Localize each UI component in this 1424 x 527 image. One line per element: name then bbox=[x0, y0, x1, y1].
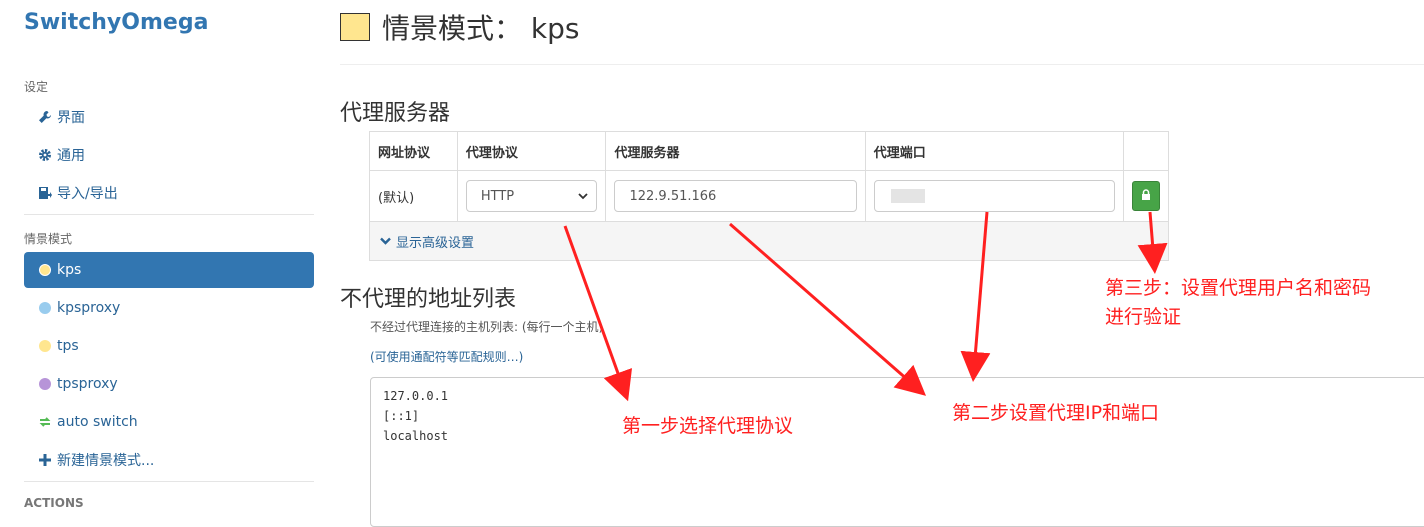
proxy-port-input[interactable] bbox=[873, 180, 1115, 212]
gear-icon bbox=[38, 148, 52, 162]
bypass-list-line: [::1] bbox=[383, 409, 420, 423]
protocol-select[interactable]: HTTP bbox=[465, 180, 598, 212]
column-header-protocol: 代理协议 bbox=[456, 131, 607, 171]
bypass-section-title: 不代理的地址列表 bbox=[340, 287, 517, 312]
sidebar-item-label: 界面 bbox=[57, 110, 85, 126]
profiles-section-title: 情景模式 bbox=[24, 232, 73, 246]
bypass-help-text: 不经过代理连接的主机列表: (每行一个主机) bbox=[370, 320, 604, 334]
sidebar-item-kps[interactable]: kps bbox=[24, 252, 314, 288]
globe-icon bbox=[38, 301, 52, 315]
header-divider bbox=[340, 64, 1424, 65]
main-content: 情景模式： kps 代理服务器 网址协议 代理协议 代理服务器 代理端口 (默认… bbox=[340, 0, 1424, 527]
sidebar: SwitchyOmega 设定 界面 通用 导入/导出 情景模式 kps kps… bbox=[0, 0, 330, 513]
sidebar-item-label: tps bbox=[57, 338, 79, 354]
column-header-scheme: 网址协议 bbox=[369, 131, 458, 171]
plus-icon bbox=[38, 453, 52, 467]
sidebar-item-label: 通用 bbox=[57, 148, 85, 164]
sidebar-divider bbox=[24, 214, 314, 215]
show-advanced-settings[interactable]: 显示高级设置 bbox=[369, 221, 1169, 261]
sidebar-divider bbox=[24, 481, 314, 482]
protocol-select-value: HTTP bbox=[480, 188, 515, 204]
import-export-icon bbox=[38, 186, 52, 200]
proxy-table: 网址协议 代理协议 代理服务器 代理端口 (默认) HTTP 122.9.51.… bbox=[369, 131, 1170, 222]
sidebar-item-general[interactable]: 通用 bbox=[24, 137, 314, 173]
sidebar-item-new-profile[interactable]: 新建情景模式... bbox=[24, 442, 314, 478]
bypass-list-line: 127.0.0.1 bbox=[383, 389, 449, 403]
app-brand[interactable]: SwitchyOmega bbox=[24, 10, 208, 35]
sidebar-item-label: 导入/导出 bbox=[57, 186, 118, 202]
page-title: 情景模式： kps bbox=[382, 12, 580, 45]
lock-icon bbox=[1141, 188, 1151, 204]
wildcard-rules-link[interactable]: (可使用通配符等匹配规则…) bbox=[370, 348, 523, 365]
sidebar-item-label: auto switch bbox=[57, 414, 138, 430]
annotation-step3-line1: 第三步：设置代理用户名和密码 bbox=[1105, 277, 1372, 299]
column-header-port: 代理端口 bbox=[864, 131, 1124, 171]
sidebar-item-kpsproxy[interactable]: kpsproxy bbox=[24, 290, 314, 326]
profile-color-swatch[interactable] bbox=[340, 13, 370, 41]
chevron-down-icon bbox=[578, 189, 589, 204]
sidebar-item-tps[interactable]: tps bbox=[24, 328, 314, 364]
sidebar-item-label: 新建情景模式... bbox=[57, 453, 155, 469]
sidebar-item-label: kps bbox=[57, 262, 82, 278]
column-header-server: 代理服务器 bbox=[605, 131, 866, 171]
globe-icon bbox=[38, 263, 52, 277]
chevron-down-icon bbox=[380, 234, 391, 249]
globe-icon bbox=[38, 339, 52, 353]
sidebar-item-import-export[interactable]: 导入/导出 bbox=[24, 175, 314, 211]
scheme-cell: (默认) bbox=[369, 170, 458, 222]
proxy-server-input[interactable]: 122.9.51.166 bbox=[614, 180, 857, 212]
show-advanced-label: 显示高级设置 bbox=[396, 235, 475, 251]
sidebar-item-interface[interactable]: 界面 bbox=[24, 99, 314, 135]
bypass-list-line: localhost bbox=[383, 429, 449, 443]
annotation-step2: 第二步设置代理IP和端口 bbox=[952, 402, 1160, 424]
proxy-section-title: 代理服务器 bbox=[340, 101, 451, 126]
sidebar-item-label: kpsproxy bbox=[57, 300, 121, 316]
wrench-icon bbox=[38, 110, 52, 124]
globe-icon bbox=[38, 377, 52, 391]
column-header-actions bbox=[1122, 131, 1170, 171]
switch-icon bbox=[38, 415, 52, 429]
sidebar-item-label: tpsproxy bbox=[57, 376, 118, 392]
sidebar-item-tpsproxy[interactable]: tpsproxy bbox=[24, 366, 314, 402]
bypass-list-textarea[interactable]: 127.0.0.1 [::1] localhost bbox=[370, 377, 1424, 527]
actions-section-title: ACTIONS bbox=[24, 496, 84, 510]
annotation-step1: 第一步选择代理协议 bbox=[622, 415, 794, 437]
annotation-step3-line2: 进行验证 bbox=[1105, 306, 1182, 328]
sidebar-item-auto-switch[interactable]: auto switch bbox=[24, 404, 314, 440]
redacted-port-mask bbox=[890, 189, 925, 203]
settings-section-title: 设定 bbox=[24, 80, 49, 94]
auth-lock-button[interactable] bbox=[1131, 181, 1160, 211]
profile-header: 情景模式： kps bbox=[340, 10, 580, 45]
